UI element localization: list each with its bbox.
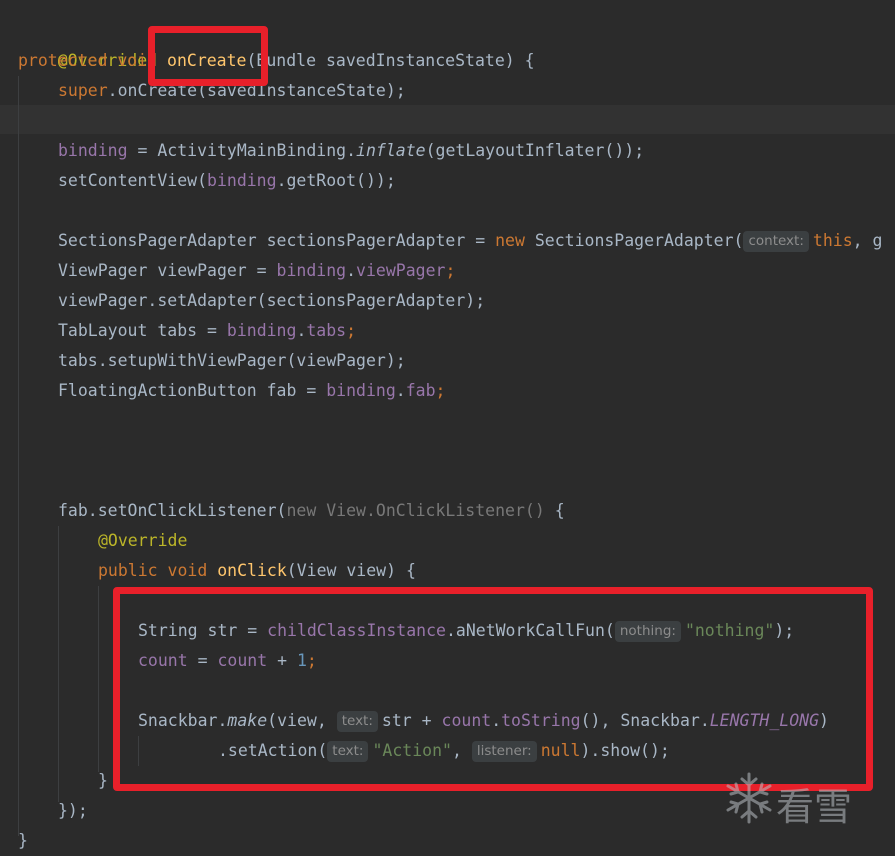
indent-guide [58,526,59,802]
code-text: setContentView( [58,171,208,190]
field: viewPager [356,261,446,280]
field: binding [326,381,396,400]
code-text: viewPager.setAdapter(sectionsPagerAdapte… [58,291,486,310]
code-line[interactable]: ViewPager viewPager = binding.viewPager; [58,256,455,286]
keyword: new [495,231,525,250]
code-line[interactable]: protected void onCreate(Bundle savedInst… [18,46,535,76]
code-text: SectionsPagerAdapter( [524,231,744,250]
keyword: this [812,231,853,250]
code-text: tabs.setupWithViewPager(viewPager); [58,351,406,370]
code-line[interactable]: } [18,826,28,856]
code-text: .getRoot()); [276,171,396,190]
method-name: onClick [217,561,287,580]
keyword: super [58,81,108,100]
code-text: { [544,501,565,520]
snowflake-icon [726,772,772,824]
parameter-hint: context: [743,231,809,252]
field: binding [226,321,297,340]
code-text: . [346,261,357,280]
collapsible-code: new View.OnClickListener() [286,501,545,520]
highlight-box-oncreate [148,26,268,86]
field: tabs [306,321,347,340]
watermark: 看雪 [724,770,884,830]
static-method: inflate [356,141,426,160]
code-line[interactable]: @Override [18,16,147,70]
code-line[interactable]: @Override [98,526,187,556]
code-line[interactable]: } [98,766,108,796]
code-text: fab.setOnClickListener( [58,501,287,520]
code-text: ViewPager viewPager = [58,261,277,280]
semicolon: ; [346,321,357,340]
code-text: } [18,831,28,850]
code-text: (View view) { [286,561,416,580]
code-text: TabLayout tabs = [58,321,227,340]
semicolon: ; [445,261,456,280]
code-text: } [98,771,108,790]
current-line-highlight [0,105,895,134]
field: binding [207,171,277,190]
code-text: . [296,321,307,340]
field: binding [58,141,128,160]
semicolon: ; [435,381,446,400]
code-text: . [395,381,406,400]
indent-guide [18,76,19,836]
code-line[interactable]: public void onClick(View view) { [98,556,416,586]
code-line[interactable]: setContentView(binding.getRoot()); [58,166,396,196]
code-text: = ActivityMainBinding. [127,141,357,160]
keyword: public void [98,561,218,580]
keyword: protected void [18,51,168,70]
code-line[interactable]: FloatingActionButton fab = binding.fab; [58,376,445,406]
code-text: , g [852,231,883,250]
field: fab [405,381,436,400]
indent-guide [98,586,99,772]
highlight-box-onclick-body [113,587,873,791]
code-line[interactable]: SectionsPagerAdapter sectionsPagerAdapte… [58,226,882,256]
code-text: FloatingActionButton fab = [58,381,327,400]
code-line[interactable]: viewPager.setAdapter(sectionsPagerAdapte… [58,286,485,316]
annotation: @Override [98,531,188,550]
code-text: SectionsPagerAdapter sectionsPagerAdapte… [58,231,496,250]
watermark-text: 看雪 [776,785,853,829]
field: binding [276,261,347,280]
code-text: }); [58,801,88,820]
code-line[interactable]: }); [58,796,88,826]
code-line[interactable]: TabLayout tabs = binding.tabs; [58,316,356,346]
code-line[interactable]: tabs.setupWithViewPager(viewPager); [58,346,406,376]
code-line[interactable]: binding = ActivityMainBinding.inflate(ge… [58,136,644,166]
code-text: (getLayoutInflater()); [425,141,645,160]
code-line[interactable]: fab.setOnClickListener(new View.OnClickL… [58,496,565,526]
code-text: (Bundle savedInstanceState) { [246,51,535,70]
